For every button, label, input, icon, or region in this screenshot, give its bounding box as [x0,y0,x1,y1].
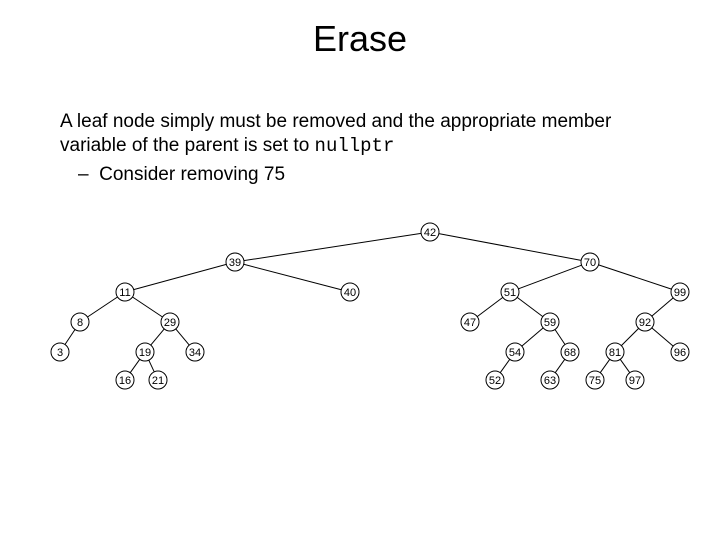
tree-node-label: 51 [504,287,516,299]
tree-edge [599,265,672,289]
bullet-dash: – [78,164,89,185]
tree-node-label: 8 [77,317,83,329]
tree-edge [652,298,673,316]
tree-node-label: 70 [584,257,596,269]
bst-diagram: 42 39 11 8 3 29 19 16 21 34 40 70 51 47 59 54 52 68 63 99 92… [40,220,700,400]
tree-node-label: 29 [164,317,176,329]
bullet-text: Consider removing 75 [99,164,285,185]
tree-edge [149,360,154,372]
tree-edge [439,234,581,261]
tree-node-label: 63 [544,375,556,387]
slide-body: A leaf node simply must be removed and t… [60,110,660,186]
tree-node-label: 39 [229,257,241,269]
tree-node-label: 3 [57,347,63,359]
tree-node-label: 40 [344,287,356,299]
tree-node-label: 75 [589,375,601,387]
body-line-1a: A leaf node simply must be removed and t… [60,111,542,132]
tree-node-label: 34 [189,347,201,359]
tree-edge [65,329,75,344]
bullet-line: – Consider removing 75 [78,163,660,187]
tree-edge [555,359,565,372]
tree-edge [176,329,189,345]
tree-node-label: 21 [152,375,164,387]
tree-edge [600,359,610,372]
tree-node-label: 54 [509,347,521,359]
tree-edge [132,297,162,317]
tree-node-label: 47 [464,317,476,329]
tree-edge [517,297,543,316]
tree-node-label: 81 [609,347,621,359]
tree-edge [500,359,510,372]
slide-title: Erase [0,18,720,60]
tree-node-label: 19 [139,347,151,359]
tree-edge [151,329,164,345]
code-nullptr: nullptr [315,135,395,157]
tree-edge [620,359,630,372]
tree-edge [244,264,342,289]
tree-edge [652,328,673,346]
tree-node-label: 99 [674,287,686,299]
tree-edge [555,329,565,344]
tree-edge [244,233,421,260]
tree-edge [87,297,117,317]
tree-node-label: 92 [639,317,651,329]
tree-edge [621,328,638,345]
tree-node-label: 52 [489,375,501,387]
tree-node-label: 59 [544,317,556,329]
tree-node-label: 97 [629,375,641,387]
tree-edge [130,359,140,372]
tree-node-label: 42 [424,227,436,239]
tree-edge [522,328,543,346]
tree-edge [518,265,581,289]
tree-node-label: 68 [564,347,576,359]
tree-edge [134,264,227,289]
tree-node-label: 96 [674,347,686,359]
tree-node-label: 11 [119,287,130,299]
tree-node-label: 16 [119,375,131,387]
tree-edge [477,297,503,316]
